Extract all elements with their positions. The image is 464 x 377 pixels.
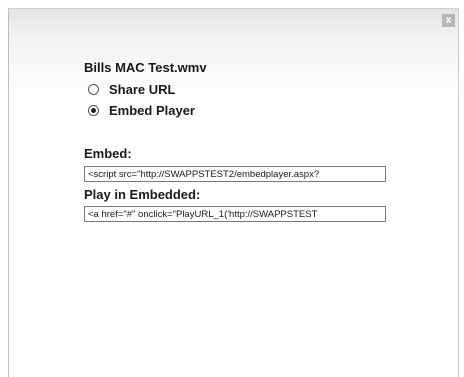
close-icon: x xyxy=(445,15,452,26)
share-url-radio[interactable] xyxy=(88,84,99,95)
share-url-option[interactable]: Share URL xyxy=(88,82,175,97)
play-in-embedded-field[interactable]: <a href="#" onclick="PlayURL_1('http://S… xyxy=(84,206,386,222)
play-in-embedded-label: Play in Embedded: xyxy=(84,187,201,202)
embed-code-field[interactable]: <script src="http://SWAPPSTEST2/embedpla… xyxy=(84,166,386,182)
share-dialog xyxy=(8,8,459,377)
embed-player-radio[interactable] xyxy=(88,105,99,116)
embed-player-label: Embed Player xyxy=(109,103,195,118)
share-url-label: Share URL xyxy=(109,82,176,97)
close-button[interactable]: x xyxy=(442,14,455,27)
embed-label: Embed: xyxy=(84,146,132,161)
media-title: Bills MAC Test.wmv xyxy=(84,60,207,75)
embed-player-option[interactable]: Embed Player xyxy=(88,103,195,118)
